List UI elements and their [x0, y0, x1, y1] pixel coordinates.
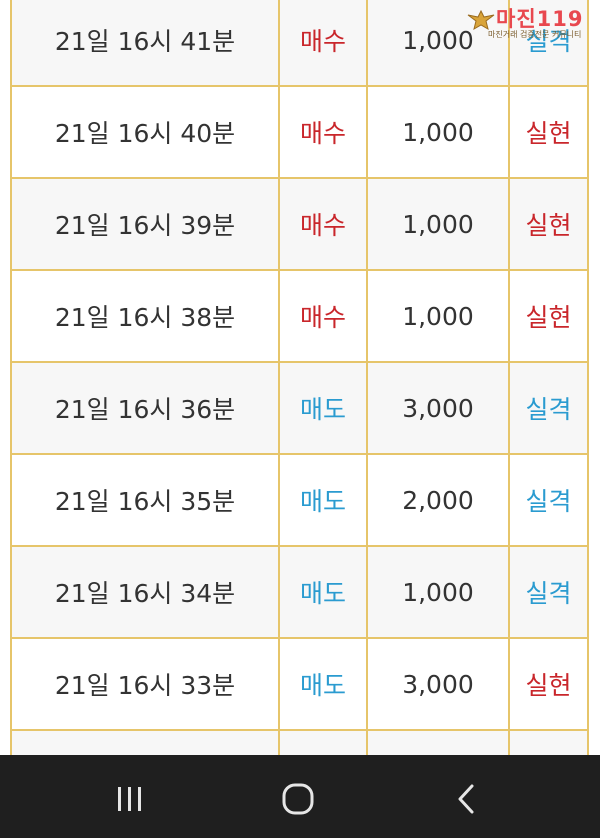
- amount-cell: 1,000: [366, 545, 510, 639]
- amount-cell: 2,000: [366, 453, 510, 547]
- amount-cell: 1,000: [366, 177, 510, 271]
- amount-cell: 1,000: [366, 269, 510, 363]
- watermark-logo: 마진119 마진거래 검증전문 커뮤니티: [466, 3, 594, 41]
- table-row[interactable]: 21일 16시 36분 매도 3,000 실격: [10, 361, 589, 455]
- watermark-subtitle: 마진거래 검증전문 커뮤니티: [488, 30, 582, 39]
- side-cell: 매수: [278, 85, 368, 179]
- table-row[interactable]: 21일 16시 38분 매수 1,000 실현: [10, 269, 589, 363]
- result-cell: 실격: [508, 545, 589, 639]
- table-row[interactable]: 21일 16시 35분 매도 2,000 실격: [10, 453, 589, 547]
- result-cell: 실현: [508, 177, 589, 271]
- result-cell: 실격: [508, 453, 589, 547]
- result-cell: 실격: [508, 361, 589, 455]
- time-cell: 21일 16시 39분: [10, 177, 280, 271]
- time-cell: 21일 16시 33분: [10, 637, 280, 731]
- time-cell: 21일 16시 40분: [10, 85, 280, 179]
- side-cell: 매수: [278, 177, 368, 271]
- back-button[interactable]: [436, 777, 496, 821]
- side-cell: 매도: [278, 637, 368, 731]
- android-navigation-bar: [0, 755, 600, 838]
- side-cell: 매도: [278, 453, 368, 547]
- side-cell: 매도: [278, 361, 368, 455]
- recent-apps-icon: [118, 787, 141, 811]
- time-cell: 21일 16시 35분: [10, 453, 280, 547]
- time-cell: 21일 16시 41분: [10, 0, 280, 87]
- trade-history-table: 21일 16시 41분 매수 1,000 실격 21일 16시 40분 매수 1…: [10, 0, 589, 755]
- amount-cell: 3,000: [366, 361, 510, 455]
- amount-cell: 3,000: [366, 637, 510, 731]
- home-button[interactable]: [268, 777, 328, 821]
- table-row[interactable]: 21일 16시 33분 매도 3,000 실현: [10, 637, 589, 731]
- table-row[interactable]: 21일 16시 40분 매수 1,000 실현: [10, 85, 589, 179]
- result-cell: 실현: [508, 85, 589, 179]
- time-cell: 21일 16시 38분: [10, 269, 280, 363]
- table-row[interactable]: 21일 16시 39분 매수 1,000 실현: [10, 177, 589, 271]
- trade-history-table-container: 21일 16시 41분 매수 1,000 실격 21일 16시 40분 매수 1…: [0, 0, 600, 755]
- time-cell: 21일 16시 34분: [10, 545, 280, 639]
- result-cell: 실현: [508, 269, 589, 363]
- side-cell: 매도: [278, 545, 368, 639]
- home-icon: [282, 783, 314, 815]
- side-cell: 매수: [278, 0, 368, 87]
- table-row: [10, 729, 589, 755]
- back-icon: [458, 784, 474, 814]
- amount-cell: 1,000: [366, 85, 510, 179]
- side-cell: 매수: [278, 269, 368, 363]
- recent-apps-button[interactable]: [100, 777, 160, 821]
- result-cell: 실현: [508, 637, 589, 731]
- table-row[interactable]: 21일 16시 34분 매도 1,000 실격: [10, 545, 589, 639]
- time-cell: 21일 16시 36분: [10, 361, 280, 455]
